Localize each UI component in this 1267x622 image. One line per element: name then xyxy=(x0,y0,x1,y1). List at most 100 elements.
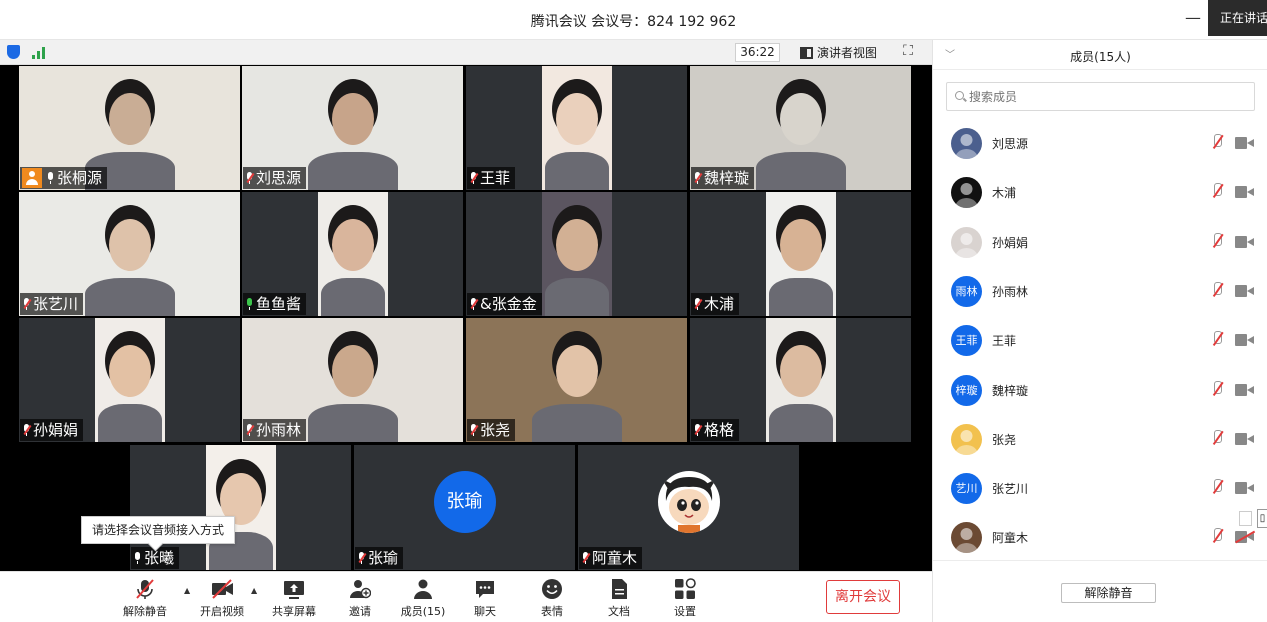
docs-button[interactable]: 文档 xyxy=(589,578,649,619)
camera-off-icon[interactable] xyxy=(1235,530,1255,544)
camera-icon[interactable] xyxy=(1235,186,1255,199)
share-screen-label: 共享屏幕 xyxy=(272,605,316,618)
participant-body xyxy=(84,278,175,316)
member-list-item[interactable]: 艺川 张艺川 xyxy=(933,466,1267,510)
mic-icon xyxy=(46,171,55,185)
camera-icon[interactable] xyxy=(1235,235,1255,248)
avatar xyxy=(951,423,982,455)
participant-video xyxy=(205,445,276,570)
mic-icon xyxy=(133,551,142,565)
member-list-item[interactable]: 王菲 王菲 xyxy=(933,318,1267,362)
signal-strength-icon[interactable] xyxy=(32,46,48,59)
member-list-item[interactable]: 阿童木 xyxy=(933,515,1267,559)
speaker-view-icon xyxy=(800,46,813,59)
participant-name-label: 孙雨林 xyxy=(243,419,307,441)
participant-body xyxy=(307,404,398,442)
participant-name-label: 阿童木 xyxy=(579,547,643,569)
chat-button[interactable]: 聊天 xyxy=(455,578,515,619)
member-name: 刘思源 xyxy=(992,137,1029,151)
invite-button[interactable]: 邀请 xyxy=(330,578,390,619)
mic-muted-icon[interactable] xyxy=(1211,281,1223,300)
member-search-input[interactable] xyxy=(969,87,1249,107)
video-tile[interactable]: 格格 xyxy=(690,318,911,442)
participant-body xyxy=(97,404,162,442)
avatar: 雨林 xyxy=(951,275,982,307)
camera-off-icon xyxy=(211,578,233,600)
participant-face xyxy=(108,219,151,272)
member-search[interactable] xyxy=(946,82,1255,111)
camera-icon[interactable] xyxy=(1235,383,1255,396)
astro-boy-avatar xyxy=(657,470,720,533)
video-tile[interactable]: 阿童木 xyxy=(578,445,799,570)
participant-name-label: 魏梓璇 xyxy=(691,167,755,189)
audio-join-tooltip[interactable]: 请选择会议音频接入方式 xyxy=(81,516,235,544)
search-icon xyxy=(955,91,964,100)
members-panel-title: 成员(15人) xyxy=(1070,50,1131,64)
video-tile[interactable]: 刘思源 xyxy=(242,66,463,190)
member-list-item[interactable]: 刘思源 xyxy=(933,121,1267,165)
speaker-view-button[interactable]: 演讲者视图 xyxy=(800,44,877,61)
participant-face xyxy=(108,345,151,398)
participant-name-label: 张瑜 xyxy=(355,547,404,569)
start-video-button[interactable]: 开启视频 xyxy=(192,578,252,619)
video-tile[interactable]: 张桐源 xyxy=(19,66,240,190)
member-list-item[interactable]: 张尧 xyxy=(933,417,1267,461)
emoji-button[interactable]: 表情 xyxy=(522,578,582,619)
share-screen-button[interactable]: 共享屏幕 xyxy=(264,578,324,619)
member-list-item[interactable]: 雨林 孙雨林 xyxy=(933,269,1267,313)
member-list-item[interactable]: 木浦 xyxy=(933,170,1267,214)
chat-label: 聊天 xyxy=(474,605,496,618)
fullscreen-icon[interactable]: ⛶ xyxy=(900,43,916,59)
mic-muted-icon[interactable] xyxy=(1211,232,1223,251)
video-top-bar: 36:22 演讲者视图 ⛶ xyxy=(0,40,932,65)
participant-face xyxy=(779,93,822,146)
unmute-all-button[interactable]: 解除静音 xyxy=(1061,583,1156,603)
leave-meeting-button[interactable]: 离开会议 xyxy=(826,580,900,614)
minimize-button[interactable]: — xyxy=(1183,8,1203,28)
video-options-caret-icon[interactable]: ▲ xyxy=(251,586,257,595)
mic-muted-icon[interactable] xyxy=(1211,134,1223,152)
settings-grid-icon xyxy=(674,578,696,600)
participant-name: 张艺川 xyxy=(33,295,79,313)
video-tile[interactable]: 王菲 xyxy=(466,66,687,190)
mic-muted-icon[interactable] xyxy=(1211,331,1223,349)
camera-icon[interactable] xyxy=(1235,432,1255,445)
mic-muted-icon[interactable] xyxy=(1211,380,1223,399)
mic-muted-icon[interactable] xyxy=(1211,183,1223,201)
video-tile[interactable]: 鱼鱼酱 xyxy=(242,192,463,316)
mic-muted-icon xyxy=(581,551,591,565)
mic-muted-icon xyxy=(693,423,703,437)
participant-face xyxy=(331,219,374,272)
video-tile[interactable]: 魏梓璇 xyxy=(690,66,911,190)
video-tile[interactable]: 木浦 xyxy=(690,192,911,316)
camera-icon[interactable] xyxy=(1235,284,1255,297)
member-list-item[interactable]: 孙娟娟 xyxy=(933,220,1267,264)
participant-face xyxy=(331,93,374,146)
camera-icon[interactable] xyxy=(1235,334,1255,347)
video-tile[interactable]: 孙娟娟 xyxy=(19,318,240,442)
mic-muted-icon[interactable] xyxy=(1211,479,1223,497)
side-float-widget[interactable]: ▯ xyxy=(1233,509,1267,529)
member-list-item[interactable]: 梓璇 魏梓璇 xyxy=(933,368,1267,412)
member-name: 王菲 xyxy=(992,334,1017,349)
participant-name: 鱼鱼酱 xyxy=(256,295,302,313)
audio-options-caret-icon[interactable]: ▲ xyxy=(184,586,190,595)
mic-muted-icon[interactable] xyxy=(1211,528,1223,546)
video-tile[interactable]: 张艺川 xyxy=(19,192,240,316)
settings-button[interactable]: 设置 xyxy=(655,578,715,619)
shield-icon[interactable] xyxy=(7,45,20,59)
unmute-button[interactable]: 解除静音 xyxy=(115,578,175,619)
avatar: 艺川 xyxy=(951,473,982,505)
video-tile[interactable]: &张金金 xyxy=(466,192,687,316)
video-tile[interactable]: 张曦 xyxy=(130,445,351,570)
note-icon xyxy=(1239,511,1252,526)
members-button[interactable]: 成员(15) xyxy=(393,578,453,619)
participant-name-label: 格格 xyxy=(691,419,740,441)
video-tile[interactable]: 孙雨林 xyxy=(242,318,463,442)
camera-icon[interactable] xyxy=(1235,482,1255,495)
video-tile[interactable]: 张瑜 张瑜 xyxy=(354,445,575,570)
camera-icon[interactable] xyxy=(1235,137,1255,149)
document-icon xyxy=(608,578,630,600)
mic-muted-icon[interactable] xyxy=(1211,429,1223,448)
video-tile[interactable]: 张尧 xyxy=(466,318,687,442)
